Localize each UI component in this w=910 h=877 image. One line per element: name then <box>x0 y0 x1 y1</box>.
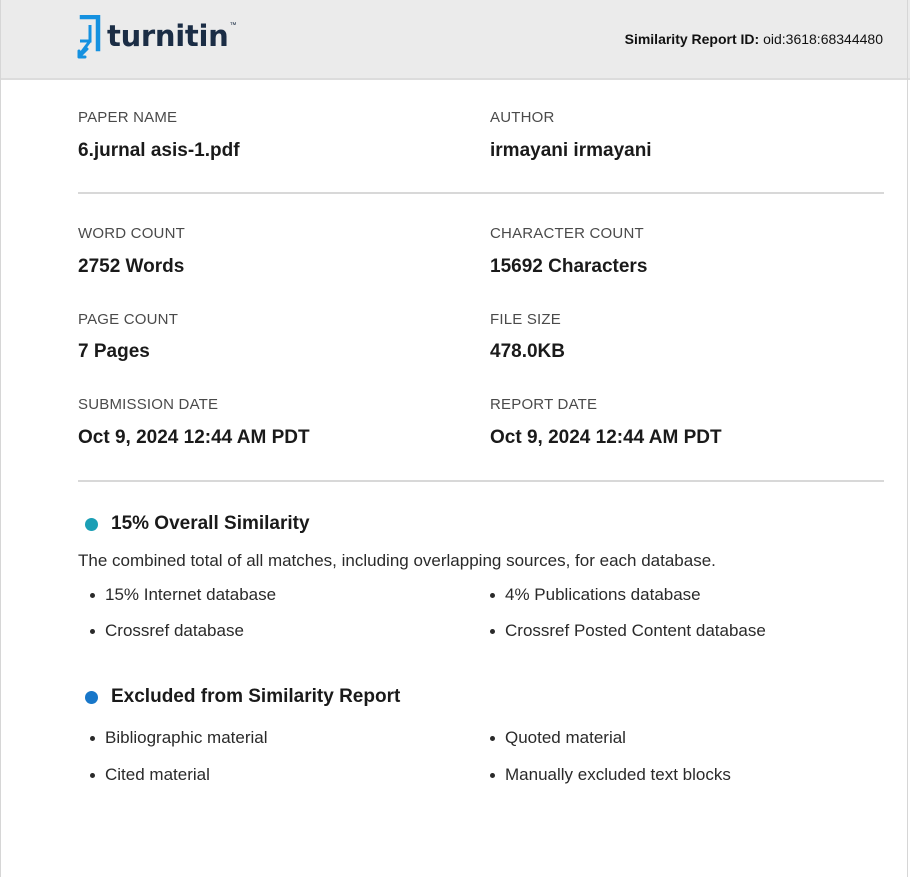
list-item: Crossref database <box>90 621 244 641</box>
report-date-label: REPORT DATE <box>490 396 598 413</box>
page-count-value: 7 Pages <box>78 341 150 362</box>
list-item-text: Bibliographic material <box>105 728 268 747</box>
overall-similarity-heading: 15% Overall Similarity <box>85 513 310 535</box>
paper-name-label: PAPER NAME <box>78 109 178 126</box>
file-size-value: 478.0KB <box>490 341 565 362</box>
author-label: AUTHOR <box>490 109 555 126</box>
author-value: irmayani irmayani <box>490 140 652 161</box>
list-item: 4% Publications database <box>490 585 701 605</box>
bullet-icon <box>490 735 495 741</box>
paper-name-value: 6.jurnal asis-1.pdf <box>78 140 240 161</box>
list-item-text: Manually excluded text blocks <box>505 765 731 784</box>
word-count-value: 2752 Words <box>78 256 185 277</box>
excluded-title: Excluded from Similarity Report <box>111 686 401 707</box>
divider <box>78 480 884 482</box>
word-count-label: WORD COUNT <box>78 225 185 242</box>
bullet-icon <box>90 592 95 598</box>
file-size-label: FILE SIZE <box>490 311 561 328</box>
bullet-icon <box>90 772 95 778</box>
list-item-text: Crossref Posted Content database <box>505 621 766 640</box>
list-item: Manually excluded text blocks <box>490 765 731 785</box>
character-count-label: CHARACTER COUNT <box>490 225 644 242</box>
turnitin-logo: turnitin ™ <box>77 14 236 60</box>
list-item-text: 4% Publications database <box>505 585 701 604</box>
excluded-dot-icon <box>85 690 98 704</box>
list-item-text: Cited material <box>105 765 210 784</box>
report-id-label: Similarity Report ID: <box>624 31 760 47</box>
character-count-value: 15692 Characters <box>490 256 648 277</box>
list-item: Crossref Posted Content database <box>490 621 766 641</box>
report-header: turnitin ™ Similarity Report ID: oid:361… <box>0 0 910 80</box>
list-item: Quoted material <box>490 728 626 748</box>
similarity-report-id: Similarity Report ID: oid:3618:68344480 <box>625 31 883 47</box>
similarity-dot-icon <box>85 517 98 531</box>
overall-similarity-title: 15% Overall Similarity <box>111 513 310 534</box>
list-item-text: 15% Internet database <box>105 585 277 604</box>
divider <box>78 192 884 194</box>
submission-date-label: SUBMISSION DATE <box>78 396 219 413</box>
bullet-icon <box>490 592 495 598</box>
list-item: Cited material <box>90 765 210 785</box>
bullet-icon <box>490 772 495 778</box>
logo-trademark: ™ <box>229 21 237 29</box>
report-date-value: Oct 9, 2024 12:44 AM PDT <box>490 427 722 448</box>
list-item-text: Crossref database <box>105 621 244 640</box>
bullet-icon <box>90 735 95 741</box>
report-id-value: oid:3618:68344480 <box>763 31 883 47</box>
turnitin-logo-icon <box>77 15 101 59</box>
page-count-label: PAGE COUNT <box>78 311 179 328</box>
list-item-text: Quoted material <box>505 728 626 747</box>
list-item: 15% Internet database <box>90 585 276 605</box>
list-item: Bibliographic material <box>90 728 268 748</box>
logo-wordmark: turnitin <box>107 19 229 53</box>
submission-date-value: Oct 9, 2024 12:44 AM PDT <box>78 427 310 448</box>
excluded-heading: Excluded from Similarity Report <box>85 686 400 708</box>
similarity-description: The combined total of all matches, inclu… <box>78 551 716 570</box>
bullet-icon <box>90 628 95 634</box>
bullet-icon <box>490 628 495 634</box>
